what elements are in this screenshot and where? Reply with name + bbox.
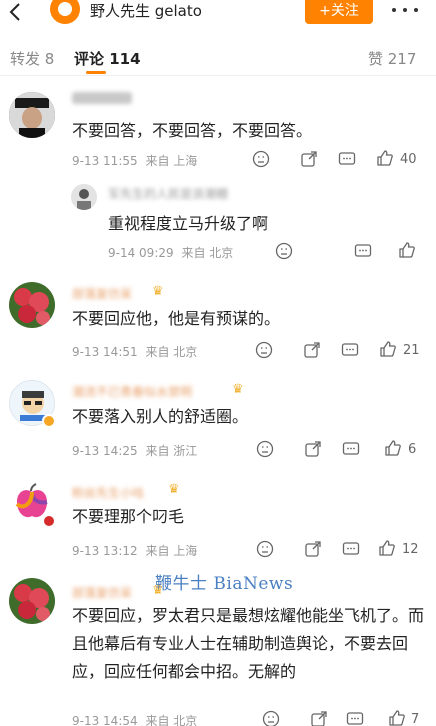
reply-icon[interactable] xyxy=(354,242,372,260)
reply-meta: 9-14 09:29 来自 北京 xyxy=(108,244,233,261)
reply-avatar[interactable] xyxy=(71,184,97,210)
commenter-avatar[interactable] xyxy=(9,282,55,328)
share-icon[interactable] xyxy=(303,341,321,359)
comment-text: 不要回答，不要回答，不要回答。 xyxy=(72,121,313,140)
crown-badge-icon: ♛ xyxy=(168,482,180,497)
reply-icon[interactable] xyxy=(341,341,359,359)
comment-meta: 9-13 11:55 来自 上海 xyxy=(72,152,197,169)
reply-icon[interactable] xyxy=(338,150,356,168)
commenter-name[interactable] xyxy=(72,92,132,104)
tab-like[interactable]: 赞 217 xyxy=(368,48,416,69)
commenter-avatar[interactable] xyxy=(9,578,55,624)
reply-date: 9-14 09:29 xyxy=(108,246,174,260)
like-icon[interactable] xyxy=(376,149,394,167)
tab-comment[interactable]: 评论 114 xyxy=(74,48,141,69)
reply-icon[interactable] xyxy=(346,710,364,726)
like-icon[interactable] xyxy=(378,539,396,557)
comment-location: 来自 北京 xyxy=(145,714,198,726)
comment-location: 来自 浙江 xyxy=(145,444,198,458)
tab-repost[interactable]: 转发 8 xyxy=(10,48,54,69)
commenter-name[interactable]: 粉丝先生小咕 xyxy=(72,484,144,501)
commenter-name[interactable]: 潮流不已青春似水禁明 xyxy=(72,383,192,400)
account-name[interactable]: 野人先生 gelato xyxy=(90,0,202,21)
like-count: 7 xyxy=(411,712,420,726)
comment-meta: 9-13 14:51 来自 北京 xyxy=(72,343,197,360)
comment-meta: 9-13 14:25 来自 浙江 xyxy=(72,442,197,459)
commenter-name[interactable]: 部落复仿呆 xyxy=(72,584,132,601)
emoji-reaction-icon[interactable] xyxy=(256,440,274,458)
reply-icon[interactable] xyxy=(342,440,360,458)
comment-date: 9-13 14:54 xyxy=(72,714,138,726)
like-count: 12 xyxy=(402,542,419,557)
comment-meta: 9-13 14:54 来自 北京 xyxy=(72,712,197,726)
commenter-name[interactable]: 部落复仿呆 xyxy=(72,285,132,302)
comment-location: 来自 上海 xyxy=(145,154,198,168)
more-options-icon[interactable] xyxy=(392,0,418,20)
comment-location: 来自 北京 xyxy=(145,345,198,359)
region-flag-badge-icon xyxy=(42,514,56,528)
reply-text: 重视程度立马升级了啊 xyxy=(108,214,269,233)
like-count: 6 xyxy=(408,442,417,457)
reply-author-name[interactable]: 军先生的人民是浪潮棚 xyxy=(108,185,228,202)
comment-text: 不要落入别人的舒适圈。 xyxy=(72,407,249,426)
like-icon[interactable] xyxy=(398,241,416,259)
emoji-reaction-icon[interactable] xyxy=(255,341,273,359)
comment-date: 9-13 13:12 xyxy=(72,544,138,558)
like-icon[interactable] xyxy=(388,709,406,726)
comment-meta: 9-13 13:12 来自 上海 xyxy=(72,542,197,559)
comment-date: 9-13 14:51 xyxy=(72,345,138,359)
comment-date: 9-13 11:55 xyxy=(72,154,138,168)
watermark: 鞭牛士 BiaNews xyxy=(155,574,294,594)
emoji-reaction-icon[interactable] xyxy=(252,150,270,168)
share-icon[interactable] xyxy=(300,150,318,168)
active-tab-indicator xyxy=(86,71,106,74)
follow-button[interactable]: +关注 xyxy=(305,0,373,24)
verified-badge-icon xyxy=(42,414,56,428)
like-count: 40 xyxy=(400,152,417,167)
emoji-reaction-icon[interactable] xyxy=(275,242,293,260)
top-bar: 野人先生 gelato +关注 xyxy=(0,0,436,32)
tab-bar: 转发 8 评论 114 赞 217 xyxy=(0,40,436,76)
emoji-reaction-icon[interactable] xyxy=(262,710,280,726)
comment-text: 不要理那个叼毛 xyxy=(72,507,185,526)
commenter-avatar[interactable] xyxy=(9,92,55,138)
like-icon[interactable] xyxy=(384,439,402,457)
reply-icon[interactable] xyxy=(342,540,360,558)
share-icon[interactable] xyxy=(310,710,328,726)
crown-badge-icon: ♛ xyxy=(232,382,244,397)
reply-location: 来自 北京 xyxy=(181,246,234,260)
back-arrow-icon[interactable] xyxy=(6,2,26,22)
crown-badge-icon: ♛ xyxy=(152,583,164,598)
like-count: 21 xyxy=(403,343,420,358)
comment-location: 来自 上海 xyxy=(145,544,198,558)
share-icon[interactable] xyxy=(304,540,322,558)
like-icon[interactable] xyxy=(379,340,397,358)
emoji-reaction-icon[interactable] xyxy=(256,540,274,558)
comment-date: 9-13 14:25 xyxy=(72,444,138,458)
account-avatar[interactable] xyxy=(50,0,80,24)
comment-text: 不要回应，罗太君只是最想炫耀他能坐飞机了。而且他幕后有专业人士在辅助制造舆论，不… xyxy=(72,606,425,681)
share-icon[interactable] xyxy=(304,440,322,458)
crown-badge-icon: ♛ xyxy=(152,284,164,299)
comment-text: 不要回应他，他是有预谋的。 xyxy=(72,309,281,328)
